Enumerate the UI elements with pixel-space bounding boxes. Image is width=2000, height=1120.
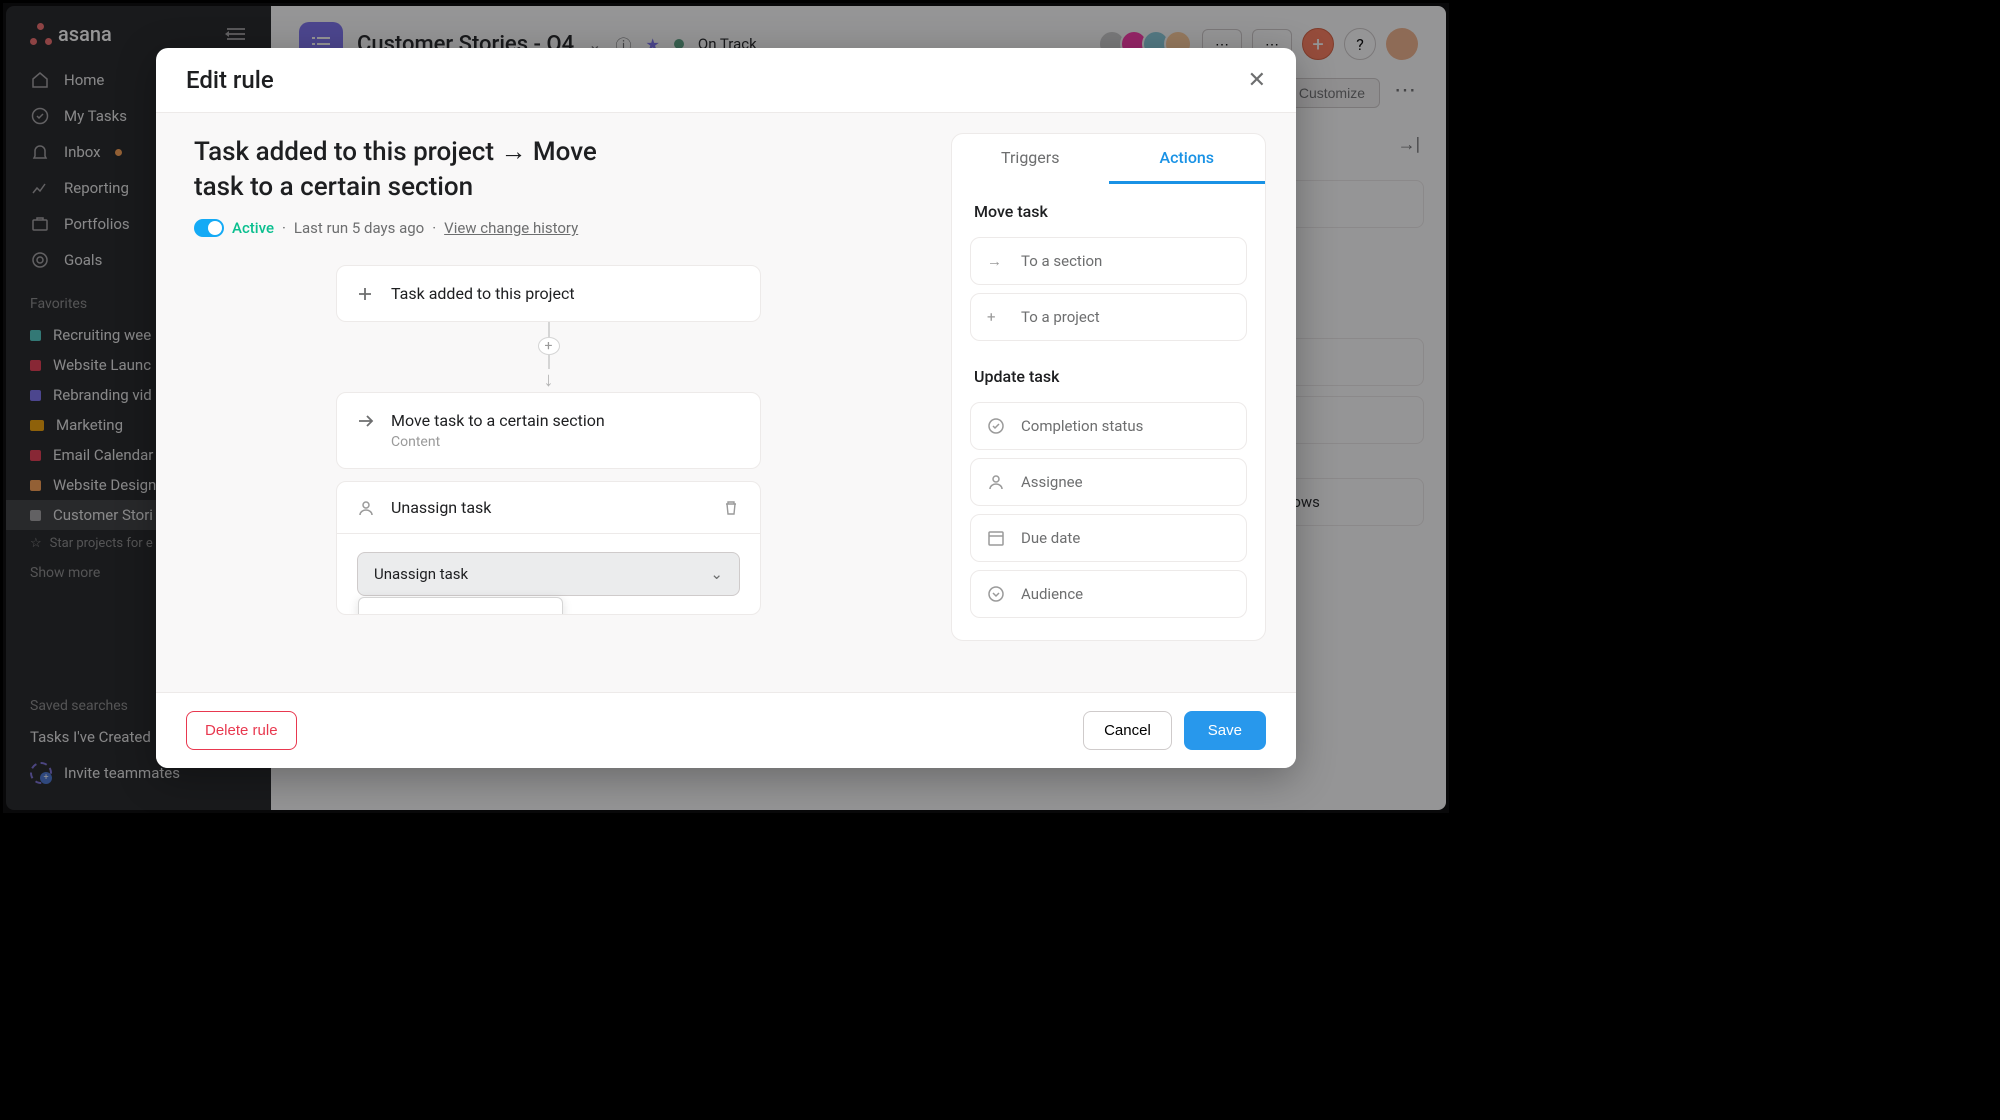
- rule-status-line: Active · Last run 5 days ago · View chan…: [194, 219, 903, 237]
- rule-editor-pane: Task added to this project → Move task t…: [156, 113, 941, 692]
- active-label: Active: [232, 219, 274, 237]
- arrow-down-icon: ↓: [544, 367, 554, 392]
- dropdown-item-assign[interactable]: ✓Assign task: [359, 604, 562, 615]
- action-audience[interactable]: Audience: [970, 570, 1247, 618]
- person-icon: [357, 499, 377, 517]
- chevron-down-icon: ⌄: [710, 565, 723, 583]
- action-to-project[interactable]: +To a project: [970, 293, 1247, 341]
- cancel-button[interactable]: Cancel: [1083, 711, 1172, 750]
- modal-overlay: Edit rule ✕ Task added to this project →…: [3, 3, 1449, 813]
- panel-tabs: Triggers Actions: [952, 134, 1265, 184]
- active-toggle[interactable]: [194, 219, 224, 237]
- action-unassign-card: Unassign task Unassign task ⌄ ✓Assign ta…: [336, 481, 761, 615]
- action-move-card[interactable]: Move task to a certain section Content: [336, 392, 761, 469]
- assign-dropdown: ✓Assign task ✓Unassign task: [358, 597, 563, 615]
- tab-triggers[interactable]: Triggers: [952, 134, 1109, 184]
- action-sub: Content: [391, 434, 740, 450]
- action-label: Move task to a certain section: [391, 411, 605, 430]
- delete-rule-button[interactable]: Delete rule: [186, 711, 297, 750]
- modal-footer: Delete rule Cancel Save: [156, 692, 1296, 768]
- plus-icon: [357, 286, 377, 302]
- edit-rule-modal: Edit rule ✕ Task added to this project →…: [156, 48, 1296, 768]
- group-move-task: Move task: [952, 184, 1265, 229]
- close-icon[interactable]: ✕: [1248, 68, 1266, 93]
- unassign-title: Unassign task: [391, 498, 491, 517]
- view-history-link[interactable]: View change history: [444, 219, 578, 237]
- group-update-task: Update task: [952, 349, 1265, 394]
- save-button[interactable]: Save: [1184, 711, 1266, 750]
- add-step-button[interactable]: +: [538, 337, 560, 355]
- assign-select[interactable]: Unassign task ⌄ ✓Assign task ✓Unassign t…: [357, 552, 740, 596]
- check-circle-icon: [987, 417, 1007, 435]
- actions-panel: Triggers Actions Move task →To a section…: [941, 113, 1296, 692]
- person-icon: [987, 473, 1007, 491]
- arrow-right-icon: →: [987, 252, 1007, 270]
- action-assignee[interactable]: Assignee: [970, 458, 1247, 506]
- modal-header: Edit rule ✕: [156, 48, 1296, 113]
- action-due-date[interactable]: Due date: [970, 514, 1247, 562]
- tab-actions[interactable]: Actions: [1109, 134, 1266, 184]
- chevron-circle-icon: [987, 585, 1007, 603]
- trigger-card[interactable]: Task added to this project: [336, 265, 761, 322]
- plus-icon: +: [987, 308, 1007, 326]
- delete-action-icon[interactable]: [722, 499, 740, 517]
- last-run: Last run 5 days ago: [294, 219, 424, 237]
- calendar-icon: [987, 529, 1007, 547]
- flow-connector: + ↓: [538, 322, 560, 392]
- trigger-label: Task added to this project: [391, 284, 575, 303]
- modal-title: Edit rule: [186, 66, 274, 94]
- action-to-section[interactable]: →To a section: [970, 237, 1247, 285]
- select-value: Unassign task: [374, 565, 468, 583]
- action-completion[interactable]: Completion status: [970, 402, 1247, 450]
- rule-name[interactable]: Task added to this project → Move task t…: [194, 135, 624, 205]
- arrow-right-icon: [357, 414, 377, 428]
